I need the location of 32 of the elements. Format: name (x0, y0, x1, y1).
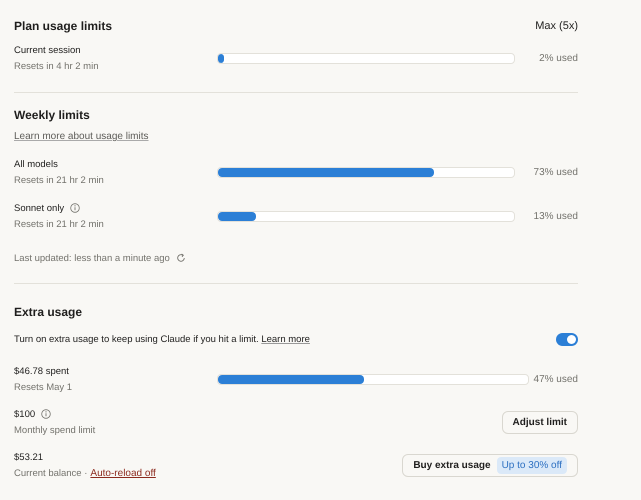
adjust-limit-button[interactable]: Adjust limit (502, 410, 578, 434)
usage-reading: 13% used (532, 210, 578, 222)
plan-name: Max (5x) (535, 20, 578, 32)
reset-time: Resets May 1 (14, 382, 74, 392)
learn-more-link[interactable]: Learn more about usage limits (14, 131, 149, 142)
meter-label: All models (14, 158, 58, 170)
reset-time: Resets in 4 hr 2 min (14, 60, 100, 72)
usage-reading: 47% used (532, 374, 578, 384)
limit-label: Monthly spend limit (14, 424, 96, 436)
info-icon[interactable] (70, 203, 80, 213)
toggle-switch[interactable] (556, 332, 578, 346)
discount-badge: Up to 30% off (496, 456, 567, 474)
reset-time: Resets in 21 hr 2 min (14, 174, 105, 186)
buy-extra-usage-button[interactable]: Buy extra usage Up to 30% off (402, 454, 578, 476)
auto-reload-link[interactable]: Auto-reload off (90, 468, 156, 478)
limit-amount: $100 (14, 408, 36, 420)
learn-more-link[interactable]: Learn more (261, 334, 310, 344)
section-title: Weekly limits (14, 108, 90, 122)
balance-label: Current balance · (14, 468, 88, 478)
meter-label: Current session (14, 44, 81, 56)
section-title: Plan usage limits (14, 18, 112, 32)
extra-usage-description: Turn on extra usage to keep using Claude if you hit a limit. Learn more (14, 334, 310, 344)
meter-label: Sonnet only (14, 202, 64, 214)
info-icon[interactable] (41, 409, 52, 419)
section-title: Extra usage (14, 304, 82, 318)
usage-reading: 73% used (532, 166, 578, 178)
reset-time: Resets in 21 hr 2 min (14, 218, 105, 230)
usage-reading: 2% used (538, 52, 578, 64)
balance-amount: $53.21 (14, 452, 44, 462)
meter-label: $46.78 spent (14, 366, 69, 376)
last-updated: Last updated: less than a minute ago (14, 252, 170, 264)
refresh-icon[interactable] (176, 253, 186, 263)
